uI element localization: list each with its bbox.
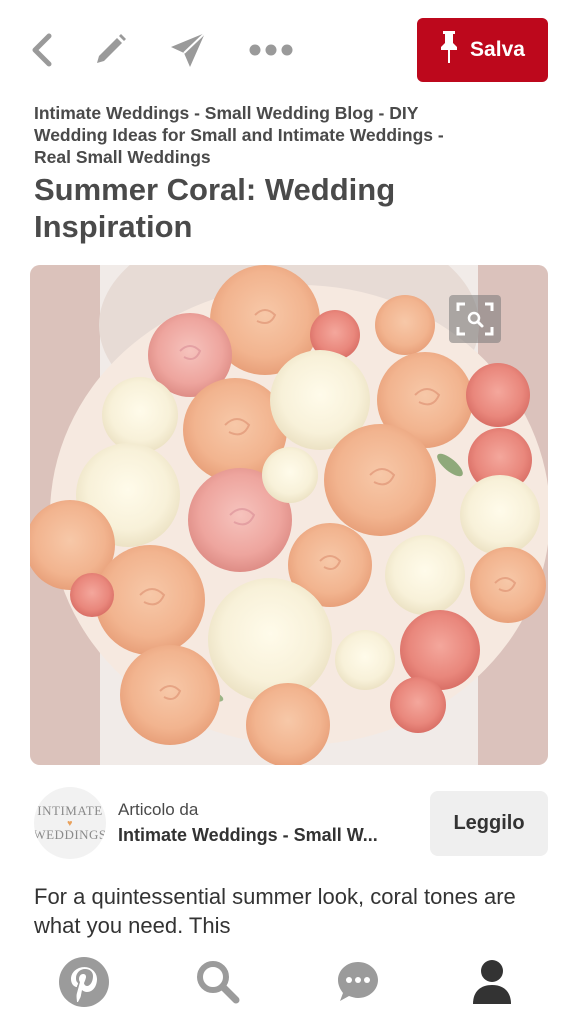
chevron-left-icon[interactable] xyxy=(20,28,64,72)
article-label: Articolo da xyxy=(118,800,199,819)
pin-source-text[interactable]: Intimate Weddings - Small Wedding Blog -… xyxy=(34,102,454,168)
pin-description: For a quintessential summer look, coral … xyxy=(34,884,516,938)
article-source-row: INTIMATE ♥ WEDDINGS Articolo da Intimate… xyxy=(0,785,577,865)
pencil-icon[interactable] xyxy=(88,28,132,72)
read-button[interactable]: Leggilo xyxy=(430,791,548,856)
person-icon[interactable] xyxy=(462,952,522,1012)
save-button-label: Salva xyxy=(470,38,525,61)
pinterest-icon[interactable] xyxy=(54,952,114,1012)
source-logo[interactable]: INTIMATE ♥ WEDDINGS xyxy=(34,787,106,859)
chat-bubble-icon[interactable] xyxy=(328,952,388,1012)
article-source-name[interactable]: Intimate Weddings - Small W... xyxy=(118,825,418,846)
pin-toolbar: Salva xyxy=(0,0,577,96)
search-icon[interactable] xyxy=(188,952,248,1012)
save-button[interactable]: Salva xyxy=(417,18,548,82)
visual-search-icon[interactable] xyxy=(449,295,501,343)
bottom-nav xyxy=(0,944,577,1024)
paper-plane-icon[interactable] xyxy=(166,28,210,72)
pin-icon xyxy=(440,30,458,70)
pin-detail-page: Salva Intimate Weddings - Small Wedding … xyxy=(0,0,577,1024)
ellipsis-icon[interactable] xyxy=(246,28,296,72)
pin-title: Summer Coral: Wedding Inspiration xyxy=(34,172,396,244)
